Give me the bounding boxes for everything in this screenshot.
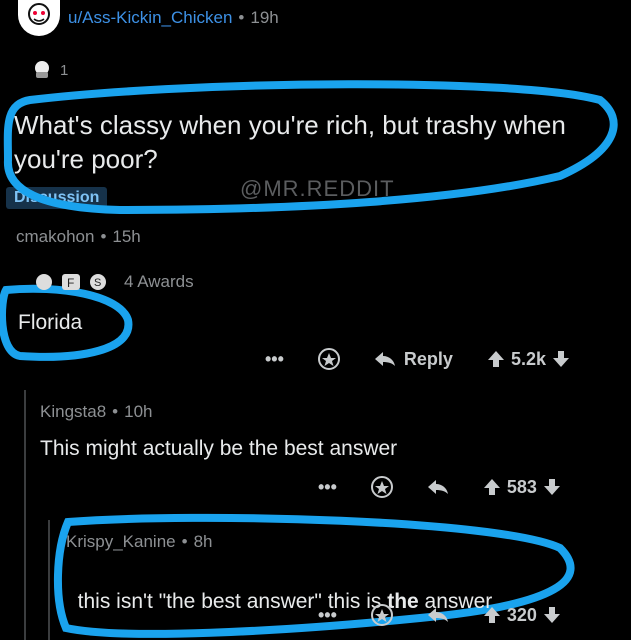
comment-author[interactable]: cmakohon <box>16 227 94 247</box>
more-options-button[interactable]: ••• <box>318 605 337 626</box>
downvote-icon[interactable] <box>543 478 561 496</box>
reply-button[interactable]: Reply <box>374 349 453 370</box>
award-icons: F S <box>36 274 106 290</box>
reply-arrow-icon <box>374 352 395 366</box>
comment-author[interactable]: Kingsta8 <box>40 402 106 422</box>
award-icon <box>370 604 393 626</box>
comment-body: Florida <box>18 311 83 334</box>
comment-age: 8h <box>193 532 213 551</box>
award-icon <box>370 476 393 498</box>
vote-controls: 583 <box>483 477 561 498</box>
vote-controls: 320 <box>483 605 561 626</box>
svg-text:S: S <box>94 277 101 289</box>
give-award-button[interactable] <box>317 348 340 370</box>
upvote-icon[interactable] <box>483 478 501 496</box>
separator-dot: • <box>181 532 188 551</box>
comment-body: This might actually be the best answer <box>40 437 398 460</box>
more-options-button[interactable]: ••• <box>318 477 337 498</box>
reply-arrow-icon <box>427 480 448 494</box>
separator-dot: • <box>112 402 119 421</box>
comment-age: 15h <box>112 227 141 246</box>
give-award-button[interactable] <box>370 604 393 626</box>
separator-dot: • <box>100 227 107 246</box>
comment-score: 583 <box>506 476 537 497</box>
reply-button[interactable] <box>427 479 449 495</box>
award-icon <box>317 348 340 370</box>
thread-line[interactable] <box>24 390 26 640</box>
upvote-icon[interactable] <box>487 350 505 368</box>
reply-arrow-icon <box>427 608 448 622</box>
downvote-icon[interactable] <box>552 350 570 368</box>
upvote-icon[interactable] <box>483 606 501 624</box>
give-award-button[interactable] <box>370 476 393 498</box>
comment-age: 10h <box>124 402 153 421</box>
comment-author[interactable]: Krispy_Kanine <box>66 532 176 552</box>
more-options-button[interactable]: ••• <box>265 349 284 370</box>
svg-text:F: F <box>67 276 74 290</box>
comment-score: 320 <box>506 604 537 625</box>
downvote-icon[interactable] <box>543 606 561 624</box>
comment-score: 5.2k <box>510 348 546 369</box>
thread-line[interactable] <box>48 520 50 640</box>
reply-button[interactable] <box>427 607 449 623</box>
comment-awards[interactable]: 4 Awards <box>124 272 194 292</box>
vote-controls: 5.2k <box>487 349 570 370</box>
